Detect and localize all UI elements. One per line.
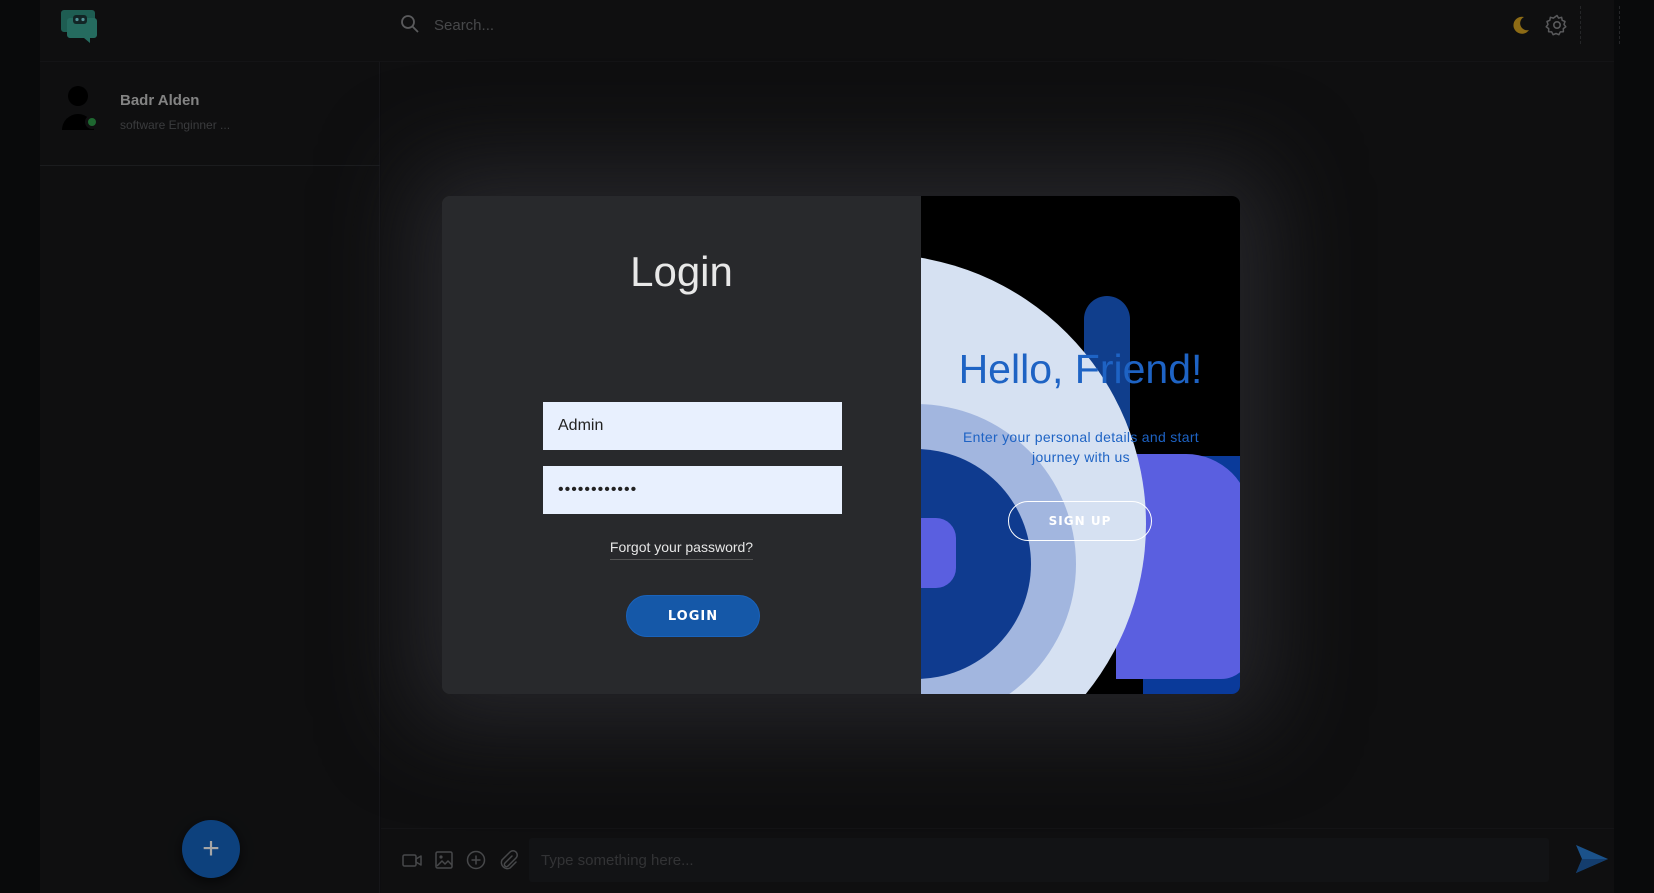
login-panel: Login Forgot your password? LOGIN [442, 196, 921, 694]
username-field[interactable] [543, 402, 842, 450]
hello-title: Hello, Friend! [958, 346, 1203, 392]
hello-description: Enter your personal details and start jo… [962, 429, 1199, 465]
forgot-password-link[interactable]: Forgot your password? [442, 539, 921, 560]
password-field[interactable] [543, 466, 842, 514]
login-button[interactable]: LOGIN [626, 595, 760, 637]
forgot-password-label: Forgot your password? [609, 539, 754, 560]
signup-button[interactable]: SIGN UP [1008, 501, 1152, 541]
app-window: Badr Alden software Enginner ... + [0, 0, 1654, 893]
signup-panel: Hello, Friend! Enter your personal detai… [921, 196, 1240, 694]
login-modal: Login Forgot your password? LOGIN Hello,… [442, 196, 1240, 694]
login-title: Login [630, 248, 733, 295]
